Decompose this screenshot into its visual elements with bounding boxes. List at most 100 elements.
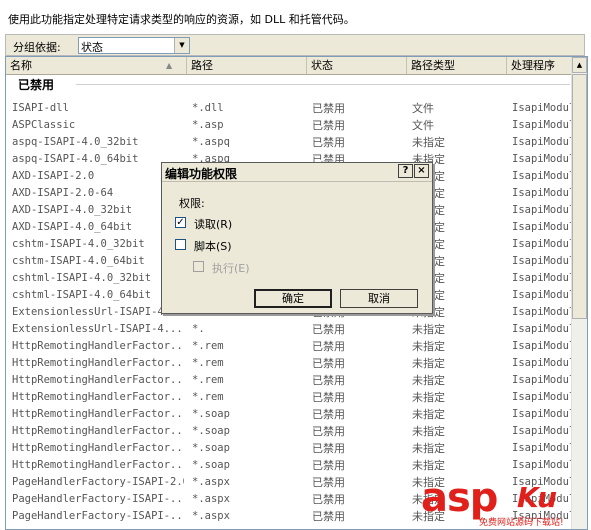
row-handler: IsapiModule — [512, 425, 576, 437]
row-path-type: 未指定 — [412, 476, 445, 489]
row-path: *.asp — [192, 119, 224, 131]
row-state: 已禁用 — [312, 391, 345, 404]
row-handler: IsapiModule — [512, 408, 576, 420]
help-button[interactable]: ? — [398, 164, 413, 178]
row-path-type: 未指定 — [412, 136, 445, 149]
table-row[interactable]: PageHandlerFactory-ISAPI-... *.aspx 已禁用 未指定… — [6, 491, 576, 508]
chevron-down-icon[interactable]: ▼ — [174, 38, 189, 53]
row-handler: IsapiModule — [512, 306, 576, 318]
row-path-type: 文件 — [412, 119, 434, 132]
column-header-path-type[interactable]: 路径类型 — [407, 57, 507, 74]
row-state: 已禁用 — [312, 374, 345, 387]
row-path: *.aspx — [192, 493, 230, 505]
row-handler: IsapiModule — [512, 187, 576, 199]
table-row[interactable]: HttpRemotingHandlerFactor... *.soap 已禁用 未指定… — [6, 406, 576, 423]
table-row[interactable]: ISAPI-dll *.dll 已禁用 文件 IsapiModule — [6, 100, 576, 117]
table-row[interactable]: HttpRemotingHandlerFactor... *.rem 已禁用 未指定 I… — [6, 389, 576, 406]
row-path: *. — [192, 323, 205, 335]
column-header-state[interactable]: 状态 — [307, 57, 407, 74]
table-row[interactable]: ExtensionlessUrl-ISAPI-4... *. 已禁用 未指定 Isapi… — [6, 321, 576, 338]
execute-label: 执行(E) — [212, 262, 250, 275]
row-name: ISAPI-dll — [12, 102, 69, 114]
row-state: 已禁用 — [312, 476, 345, 489]
row-name: cshtm-ISAPI-4.0_64bit — [12, 255, 145, 267]
groupby-bar: 分组依据: 状态 ▼ — [5, 34, 585, 56]
row-name: cshtml-ISAPI-4.0_32bit — [12, 272, 152, 284]
table-row[interactable]: HttpRemotingHandlerFactor... *.rem 已禁用 未指定 I… — [6, 338, 576, 355]
column-header-handler[interactable]: 处理程序 — [507, 57, 574, 74]
row-state: 已禁用 — [312, 102, 345, 115]
scroll-up-icon[interactable]: ▲ — [572, 57, 587, 73]
row-handler: IsapiModule — [512, 102, 576, 114]
row-path-type: 未指定 — [412, 323, 445, 336]
table-row[interactable]: HttpRemotingHandlerFactor... *.rem 已禁用 未指定 I… — [6, 355, 576, 372]
row-path-type: 未指定 — [412, 357, 445, 370]
table-row[interactable]: HttpRemotingHandlerFactor... *.rem 已禁用 未指定 I… — [6, 372, 576, 389]
table-row[interactable]: ASPClassic *.asp 已禁用 文件 IsapiModule — [6, 117, 576, 134]
ok-button[interactable]: 确定 — [254, 289, 332, 308]
row-name: cshtm-ISAPI-4.0_32bit — [12, 238, 145, 250]
row-path: *.rem — [192, 340, 224, 352]
row-name: HttpRemotingHandlerFactor... — [12, 391, 184, 403]
row-name: aspq-ISAPI-4.0_32bit — [12, 136, 139, 148]
row-path-type: 未指定 — [412, 510, 445, 523]
row-path-type: 未指定 — [412, 391, 445, 404]
permissions-label: 权限: — [179, 197, 205, 210]
checkbox-empty-icon[interactable] — [175, 239, 186, 250]
column-header-name[interactable]: 名称 ▲ — [6, 57, 187, 74]
group-title: 已禁用 — [18, 78, 55, 92]
row-path-type: 未指定 — [412, 425, 445, 438]
table-row[interactable]: aspq-ISAPI-4.0_32bit *.aspq 已禁用 未指定 IsapiMod… — [6, 134, 576, 151]
close-button[interactable]: × — [414, 164, 429, 178]
row-handler: IsapiModule — [512, 255, 576, 267]
row-handler: IsapiModule — [512, 289, 576, 301]
check-icon[interactable]: ✓ — [175, 217, 186, 228]
cancel-button[interactable]: 取消 — [340, 289, 418, 308]
edit-feature-permissions-dialog: 编辑功能权限 ? × 权限: ✓ 读取(R) 脚本(S) 执行(E) 确定 取消 — [161, 162, 433, 314]
row-path: *.soap — [192, 408, 230, 420]
row-state: 已禁用 — [312, 459, 345, 472]
row-state: 已禁用 — [312, 408, 345, 421]
dialog-title: 编辑功能权限 — [165, 167, 238, 181]
row-path-type: 未指定 — [412, 374, 445, 387]
table-row[interactable]: HttpRemotingHandlerFactor... *.soap 已禁用 未指定… — [6, 423, 576, 440]
row-handler: IsapiModule — [512, 340, 576, 352]
table-row[interactable]: HttpRemotingHandlerFactor... *.soap 已禁用 未指定… — [6, 457, 576, 474]
row-state: 已禁用 — [312, 340, 345, 353]
row-handler: IsapiModule — [512, 238, 576, 250]
scrollbar-thumb[interactable] — [572, 74, 587, 319]
groupby-select[interactable]: 状态 ▼ — [78, 37, 190, 54]
row-handler: IsapiModule — [512, 136, 576, 148]
row-handler: IsapiModule — [512, 153, 576, 165]
row-path: *.rem — [192, 391, 224, 403]
group-header-disabled[interactable]: 已禁用 — [6, 75, 574, 92]
row-name: HttpRemotingHandlerFactor... — [12, 408, 184, 420]
row-name: ExtensionlessUrl-ISAPI-4... — [12, 306, 183, 318]
table-row[interactable]: PageHandlerFactory-ISAPI-... *.aspx 已禁用 未指定… — [6, 508, 576, 525]
groupby-value: 状态 — [81, 41, 103, 54]
row-name: aspq-ISAPI-4.0_64bit — [12, 153, 139, 165]
row-handler: IsapiModule — [512, 204, 576, 216]
vertical-scrollbar[interactable]: ▲ — [571, 57, 587, 529]
row-name: AXD-ISAPI-4.0_64bit — [12, 221, 133, 233]
row-path: *.aspq — [192, 136, 230, 148]
page-description: 使用此功能指定处理特定请求类型的响应的资源，如 DLL 和托管代码。 — [8, 13, 355, 26]
row-name: PageHandlerFactory-ISAPI-... — [12, 510, 184, 522]
row-handler: IsapiModule — [512, 459, 576, 471]
row-path: *.soap — [192, 425, 230, 437]
column-header-path[interactable]: 路径 — [187, 57, 307, 74]
row-path: *.aspx — [192, 510, 230, 522]
dialog-titlebar[interactable]: 编辑功能权限 ? × — [162, 163, 432, 182]
row-handler: IsapiModule — [512, 170, 576, 182]
table-row[interactable]: PageHandlerFactory-ISAPI-2.0 *.aspx 已禁用 未指定… — [6, 474, 576, 491]
row-name: HttpRemotingHandlerFactor... — [12, 459, 184, 471]
row-name: AXD-ISAPI-4.0_32bit — [12, 204, 133, 216]
row-state: 已禁用 — [312, 357, 345, 370]
row-name: HttpRemotingHandlerFactor... — [12, 374, 184, 386]
row-name: PageHandlerFactory-ISAPI-2.0 — [12, 476, 184, 488]
table-row[interactable]: HttpRemotingHandlerFactor... *.soap 已禁用 未指定… — [6, 440, 576, 457]
row-handler: IsapiModule — [512, 323, 576, 335]
row-state: 已禁用 — [312, 442, 345, 455]
row-path-type: 未指定 — [412, 408, 445, 421]
row-path: *.rem — [192, 357, 224, 369]
